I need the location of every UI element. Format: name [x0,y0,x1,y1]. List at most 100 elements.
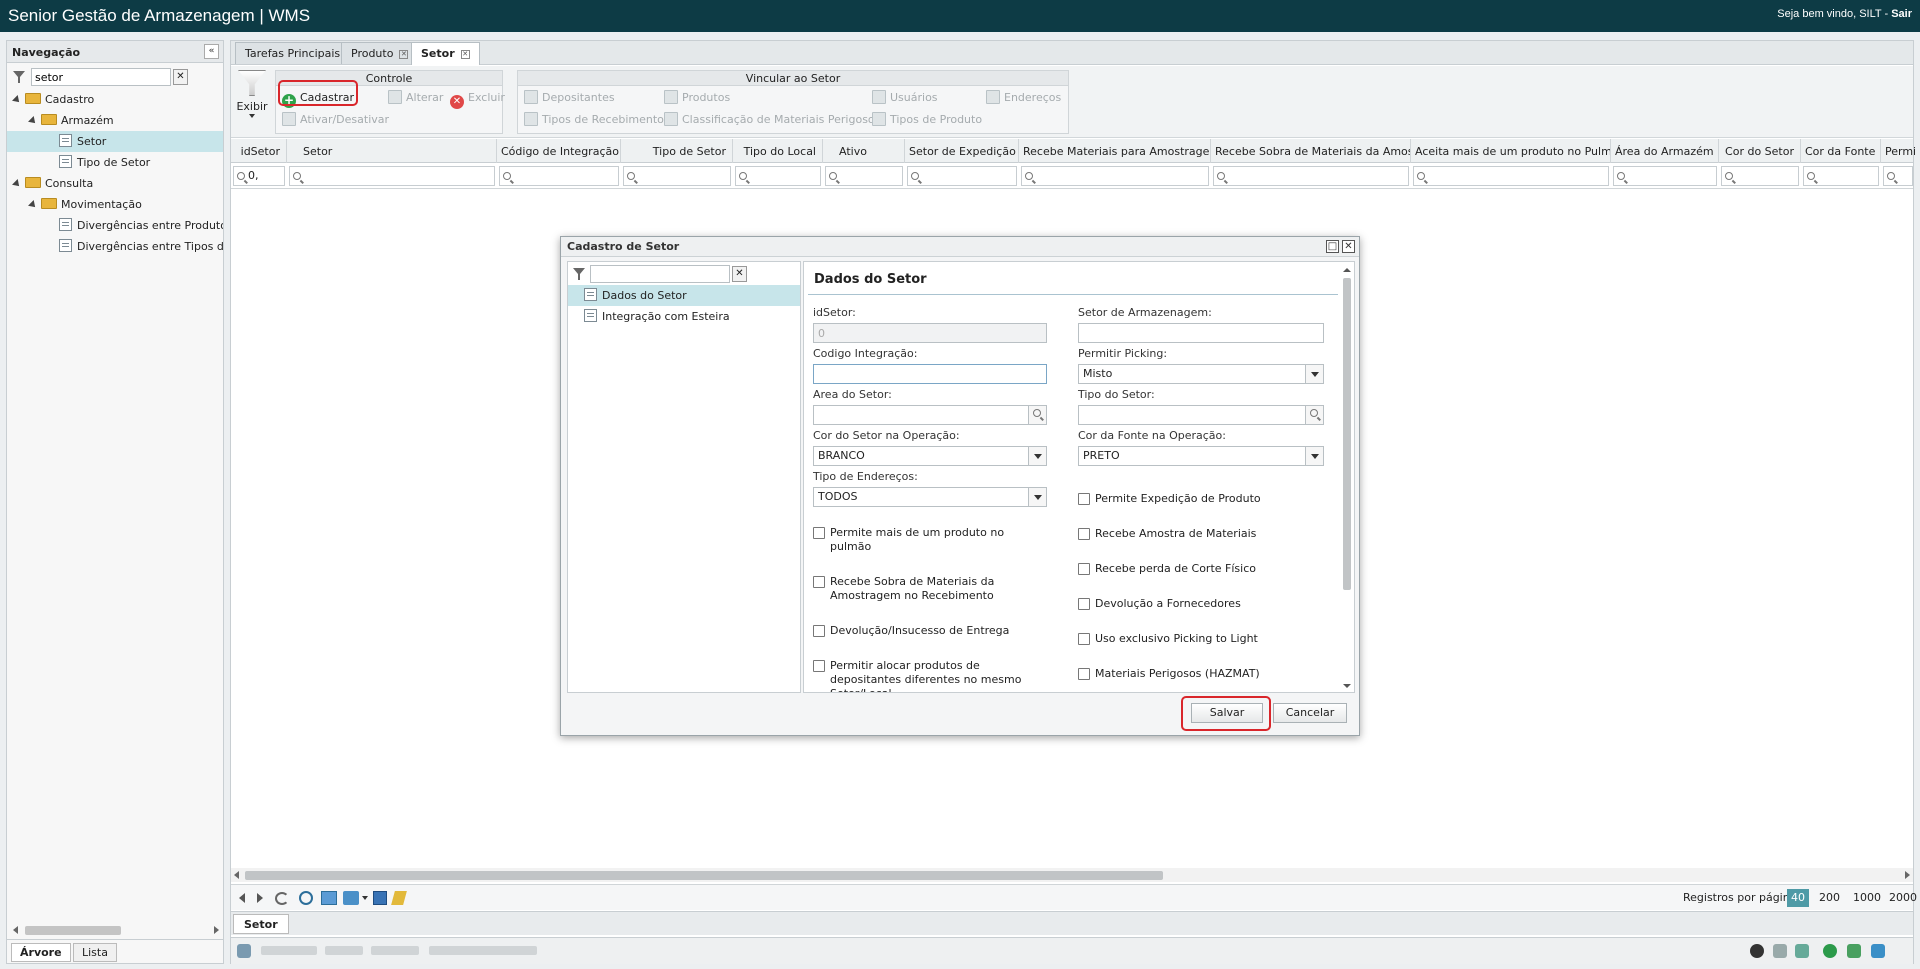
checkbox[interactable] [1078,598,1090,610]
shield-icon[interactable] [1823,944,1837,958]
navigation-scrollbar[interactable] [11,923,221,937]
checkbox-devolucao-insucesso[interactable]: Devolução/Insucesso de Entrega [813,624,1043,640]
dropdown-arrow-icon[interactable] [1305,447,1323,465]
tipos-recebimento-button[interactable]: Tipos de Recebimento [524,112,664,128]
checkbox-perda-corte[interactable]: Recebe perda de Corte Físico [1078,562,1308,578]
checkbox[interactable] [813,527,825,539]
area-setor-field[interactable] [813,405,1047,425]
filter-cell[interactable] [1883,166,1913,186]
codigo-integracao-field[interactable] [813,364,1047,384]
tree-node-cadastro[interactable]: Cadastro [7,89,223,110]
column-header[interactable]: Recebe Sobra de Materiais da Amostr... [1211,139,1411,163]
window-icon[interactable] [1795,944,1809,958]
image-export-icon[interactable] [321,891,337,905]
column-header[interactable]: Tipo do Local [733,139,823,163]
filter-cell[interactable] [1721,166,1799,186]
page-size-option[interactable]: 200 [1815,889,1844,907]
logout-link[interactable]: Sair [1891,8,1912,20]
filter-cell[interactable] [499,166,619,186]
column-header[interactable]: Recebe Materiais para Amostragem [1019,139,1211,163]
checkbox-amostra-materiais[interactable]: Recebe Amostra de Materiais [1078,527,1308,543]
filter-cell[interactable] [623,166,731,186]
column-header[interactable]: Cor da Fonte [1801,139,1881,163]
form-scrollbar[interactable] [1342,266,1352,690]
enderecos-button[interactable]: Endereços [986,90,1061,106]
zoom-icon[interactable] [299,891,313,905]
cancelar-button[interactable]: Cancelar [1273,703,1347,723]
page-size-option[interactable]: 2000 [1885,889,1920,907]
bottom-tab-setor[interactable]: Setor [233,914,289,934]
filter-cell[interactable]: 0, [233,166,285,186]
filter-cell[interactable] [1413,166,1609,186]
expand-icon[interactable] [12,95,22,105]
setor-armazenagem-field[interactable] [1078,323,1324,343]
column-header[interactable]: Setor [287,139,497,163]
column-header[interactable]: Código de Integração [497,139,621,163]
tab-produto[interactable]: Produto ✕ [341,42,419,64]
classificacao-materiais-button[interactable]: Classificação de Materiais Perigosos [664,112,880,128]
tree-node-divergencias-tipos[interactable]: Divergências entre Tipos de P [7,236,223,257]
tab-arvore[interactable]: Árvore [11,943,71,962]
clean-icon[interactable] [391,891,407,905]
tree-node-armazem[interactable]: Armazém [7,110,223,131]
info-icon[interactable] [1871,944,1885,958]
checkbox-alocar-depositantes[interactable]: Permitir alocar produtos de depositantes… [813,659,1053,692]
checkbox-picking-to-light[interactable]: Uso exclusivo Picking to Light [1078,632,1308,648]
scroll-up-icon[interactable] [1343,268,1351,272]
scroll-down-icon[interactable] [1343,684,1351,688]
save-icon[interactable] [373,891,387,905]
filter-cell[interactable] [735,166,821,186]
scroll-thumb[interactable] [1343,278,1351,590]
checkbox[interactable] [1078,633,1090,645]
ativar-desativar-button[interactable]: Ativar/Desativar [282,112,389,128]
checkbox-expedicao-produto[interactable]: Permite Expedição de Produto [1078,492,1308,508]
checkbox-devolucao-fornecedores[interactable]: Devolução a Fornecedores [1078,597,1308,613]
next-page-icon[interactable] [257,893,263,903]
column-header[interactable]: Ativo [823,139,905,163]
column-header[interactable]: Área do Armazém [1611,139,1719,163]
expand-icon[interactable] [12,179,22,189]
checkbox[interactable] [1078,528,1090,540]
previous-page-icon[interactable] [239,893,245,903]
tipos-produto-button[interactable]: Tipos de Produto [872,112,982,128]
maximize-icon[interactable]: □ [1326,240,1339,253]
menu-item-dados-do-setor[interactable]: Dados do Setor [568,285,800,306]
filter-cell[interactable] [825,166,903,186]
export-dropdown-icon[interactable] [362,896,368,900]
column-header[interactable]: Tipo de Setor [621,139,733,163]
tab-tarefas-principais[interactable]: Tarefas Principais [235,42,351,64]
scroll-thumb[interactable] [25,926,121,935]
column-header[interactable]: idSetor [231,139,287,163]
scroll-thumb[interactable] [245,871,1163,880]
dropdown-arrow-icon[interactable] [1028,447,1046,465]
plugin-icon[interactable] [1773,944,1787,958]
checkbox[interactable] [1078,493,1090,505]
checkbox[interactable] [813,576,825,588]
page-size-option[interactable]: 1000 [1849,889,1885,907]
refresh-icon[interactable] [275,892,289,905]
column-header[interactable]: Cor do Setor [1719,139,1801,163]
dropdown-arrow-icon[interactable] [1028,488,1046,506]
tab-setor[interactable]: Setor ✕ [411,42,480,65]
clear-filter-icon[interactable]: ✕ [732,266,747,282]
filter-cell[interactable] [1021,166,1209,186]
excluir-button[interactable]: ✕ Excluir [450,90,505,109]
filter-cell[interactable] [907,166,1017,186]
checkbox[interactable] [1078,563,1090,575]
exibir-button[interactable]: Exibir [235,70,269,132]
tab-lista[interactable]: Lista [73,943,117,962]
checkbox-sobra-materiais[interactable]: Recebe Sobra de Materiais da Amostragem … [813,575,1043,605]
collapse-panel-icon[interactable]: « [204,44,219,59]
checkbox[interactable] [813,660,825,672]
grid-icon[interactable] [1847,944,1861,958]
tree-node-consulta[interactable]: Consulta [7,173,223,194]
grid-scrollbar[interactable] [231,868,1913,882]
checkbox-hazmat[interactable]: Materiais Perigosos (HAZMAT) [1078,667,1308,683]
checkbox[interactable] [813,625,825,637]
dropdown-arrow-icon[interactable] [1305,365,1323,383]
tree-node-tipo-de-setor[interactable]: Tipo de Setor [7,152,223,173]
lookup-button[interactable] [1305,406,1323,424]
filter-cell[interactable] [1803,166,1879,186]
filter-cell[interactable] [1213,166,1409,186]
export-icon[interactable] [343,891,359,905]
